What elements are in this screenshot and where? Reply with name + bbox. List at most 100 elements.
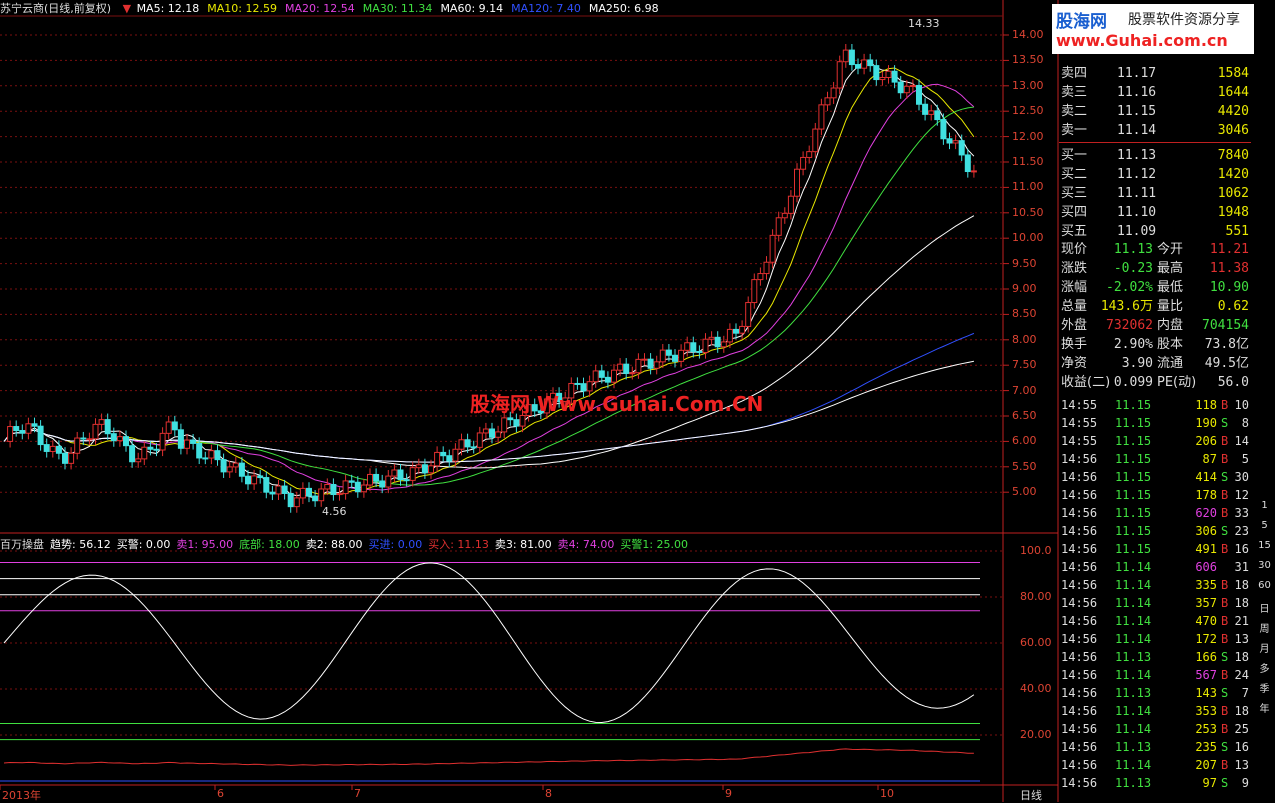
candle-body: [348, 480, 355, 483]
bid-row[interactable]: 买一 11.13 7840: [1059, 146, 1251, 165]
price-axis-label: 13.50: [1012, 53, 1044, 67]
price-axis-label: 13.00: [1012, 78, 1044, 92]
bid-row[interactable]: 买四 11.10 1948: [1059, 203, 1251, 222]
tick-side: B: [1221, 704, 1229, 718]
tick-side: B: [1221, 722, 1229, 736]
ma-legend: 苏宁云商(日线,前复权) ▼ MA5: 12.18 MA10: 12.59 MA20…: [0, 0, 675, 15]
tick-count: 31: [1234, 560, 1249, 574]
quote-label: 股本: [1157, 337, 1184, 352]
ask-row[interactable]: 卖三 11.16 1644: [1059, 83, 1251, 102]
quote-row: 涨跌 -0.23 最高 11.38: [1059, 259, 1251, 278]
candle-body: [440, 451, 447, 457]
indicator-legend-item: 趋势: 56.12: [50, 538, 111, 551]
tick-count: 8: [1241, 416, 1249, 430]
tick-time: 14:56: [1061, 758, 1098, 772]
bid-row[interactable]: 买二 11.12 1420: [1059, 165, 1251, 184]
period-button[interactable]: 年: [1256, 700, 1273, 715]
period-button[interactable]: 15: [1256, 540, 1273, 551]
tick-time: 14:56: [1061, 614, 1098, 628]
candle-body: [62, 452, 68, 464]
price-axis-label: 10.50: [1012, 205, 1044, 219]
candle-body: [769, 234, 776, 263]
candle-body: [409, 467, 416, 481]
price-axis-label: 11.00: [1012, 180, 1044, 194]
tick-list[interactable]: 14:55 11.15 118 B 10 14:55 11.15 190 S 8 14:55 11.1…: [1059, 396, 1251, 802]
tick-price: 11.14: [1115, 596, 1152, 610]
quote-value: 11.21: [1209, 242, 1249, 257]
time-axis-label: 8: [545, 787, 552, 800]
candle-body: [135, 458, 142, 463]
period-button[interactable]: 日: [1256, 600, 1273, 615]
price-axis-label: 5.50: [1012, 459, 1037, 473]
period-button[interactable]: 1: [1256, 500, 1273, 511]
bid-row[interactable]: 买五 11.09 551: [1059, 222, 1251, 241]
tick-price: 11.15: [1115, 488, 1152, 502]
candle-body: [312, 495, 319, 502]
candle-body: [196, 442, 203, 459]
candle-body: [794, 168, 800, 197]
ask-volume: 3046: [1217, 123, 1249, 138]
period-button[interactable]: 月: [1256, 640, 1273, 655]
bid-row[interactable]: 买三 11.11 1062: [1059, 184, 1251, 203]
period-button[interactable]: 60: [1256, 580, 1273, 591]
candle-body: [165, 421, 172, 434]
quote-label: 最高: [1157, 261, 1184, 276]
tick-row: 14:56 11.13 235 S 16: [1059, 738, 1251, 756]
tick-time: 14:56: [1061, 704, 1098, 718]
bid-price: 11.10: [1117, 205, 1157, 220]
ask-row[interactable]: 卖二 11.15 4420: [1059, 102, 1251, 121]
ma-line: [3, 215, 975, 469]
candle-body: [354, 481, 361, 493]
tick-side: B: [1221, 668, 1229, 682]
tick-side: B: [1221, 758, 1229, 772]
candle-body: [928, 110, 935, 115]
ask-price: 11.16: [1117, 85, 1157, 100]
candle-body: [909, 84, 916, 87]
tick-row: 14:56 11.14 207 B 13: [1059, 756, 1251, 774]
ask-row[interactable]: 卖一 11.14 3046: [1059, 121, 1251, 140]
candle-body: [263, 477, 270, 493]
candle-body: [458, 439, 465, 450]
tick-time: 14:56: [1061, 560, 1098, 574]
period-button[interactable]: 多: [1256, 660, 1273, 675]
bid-volume: 1420: [1217, 167, 1249, 182]
candle-body: [678, 349, 685, 362]
candle-body: [147, 446, 154, 450]
candle-body: [952, 140, 959, 144]
bid-price: 11.13: [1117, 148, 1157, 163]
tick-price: 11.14: [1115, 560, 1152, 574]
tick-row: 14:56 11.15 306 S 23: [1059, 522, 1251, 540]
tick-count: 30: [1234, 470, 1249, 484]
tick-volume: 470: [1195, 614, 1217, 628]
candle-body: [824, 97, 831, 106]
candle-body: [739, 325, 746, 334]
ask-row[interactable]: 卖四 11.17 1584: [1059, 64, 1251, 83]
candle-body: [257, 475, 264, 479]
quote-row: 涨幅 -2.02% 最低 10.90: [1059, 278, 1251, 297]
period-button[interactable]: 30: [1256, 560, 1273, 571]
candle-body: [848, 49, 855, 66]
period-button[interactable]: 5: [1256, 520, 1273, 531]
quote-label: 涨跌: [1061, 261, 1088, 276]
period-button[interactable]: 周: [1256, 620, 1273, 635]
candle-body: [324, 483, 331, 490]
candle-body: [696, 350, 703, 353]
tick-time: 14:56: [1061, 542, 1098, 556]
candle-body: [806, 151, 813, 158]
time-axis-label: 9: [725, 787, 732, 800]
tick-row: 14:55 11.15 206 B 14: [1059, 432, 1251, 450]
candle-body: [232, 462, 239, 468]
candle-body: [665, 349, 672, 356]
candle-body: [306, 487, 312, 497]
period-button[interactable]: 季: [1256, 680, 1273, 695]
candle-body: [104, 419, 111, 435]
tick-count: 13: [1234, 632, 1249, 646]
bid-price: 11.12: [1117, 167, 1157, 182]
time-axis-label: 7: [354, 787, 361, 800]
tick-time: 14:55: [1061, 416, 1098, 430]
logo-slogan: 股票软件资源分享: [1128, 12, 1240, 28]
tick-row: 14:56 11.14 357 B 18: [1059, 594, 1251, 612]
candle-body: [220, 459, 227, 473]
bid-label: 买一: [1061, 148, 1088, 163]
site-logo[interactable]: 股海网 股票软件资源分享 www.Guhai.com.cn: [1052, 4, 1274, 54]
